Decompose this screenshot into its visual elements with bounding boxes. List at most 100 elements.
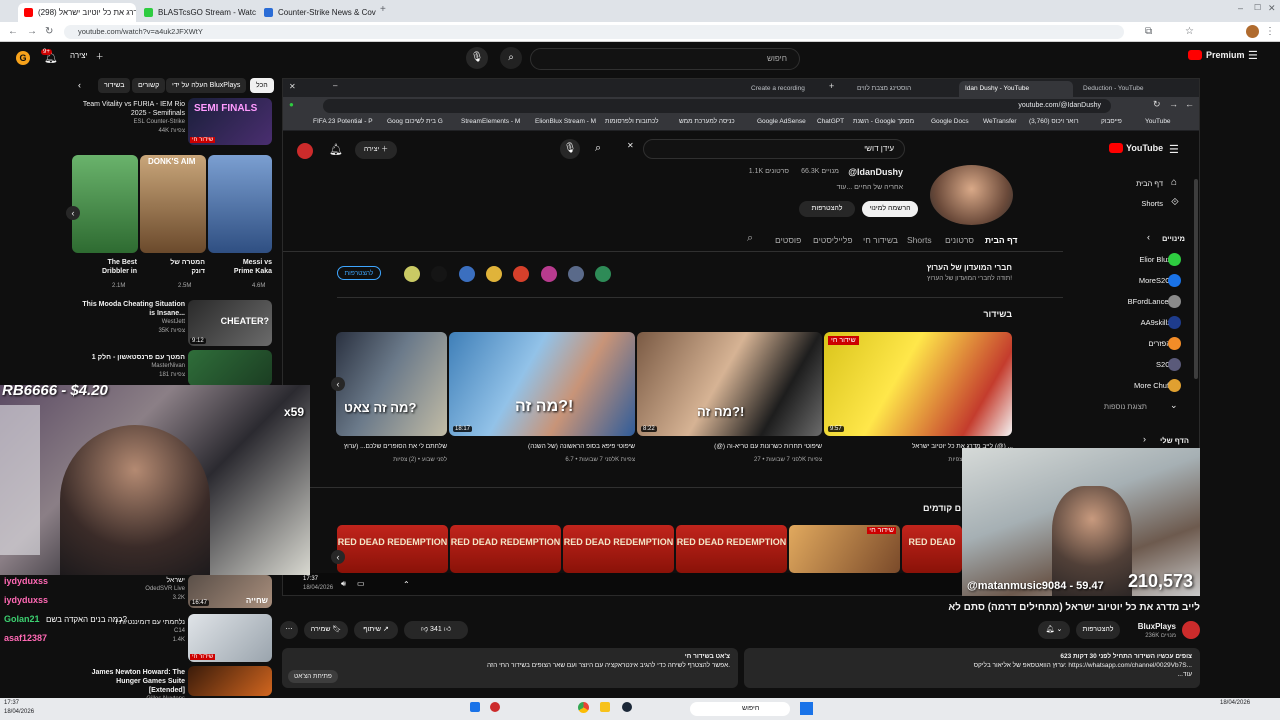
video-title[interactable]: שלחתם לי את הסופרים שלכם... (ערוץ [336, 443, 447, 450]
bookmark-item[interactable]: (3,760) רואר ויכוס [1029, 118, 1079, 125]
inner-url-input[interactable]: youtube.com/@IdanDushy [323, 99, 1111, 113]
video-thumbnail[interactable]: CHEATER? 9:12 [188, 300, 272, 346]
bookmark-item[interactable]: לכתובות ולפרסומות [605, 118, 659, 125]
minimize-button[interactable]: – [1238, 3, 1243, 13]
bookmark-item[interactable]: בית לשיכום G [405, 118, 443, 125]
inner-tab-deduction[interactable]: Deduction - YouTube [1077, 81, 1181, 97]
save-button[interactable]: שמירה 🔖︎ [304, 621, 348, 639]
video-thumbnail[interactable]: SEMI FINALS שידור חי [188, 98, 272, 145]
chip-uploaded-by[interactable]: העלה על ידי BluxPlays [166, 78, 247, 93]
sidebar-sub[interactable]: BFordLancer [1128, 297, 1171, 306]
bookmark-item[interactable]: השנת - Google מסמך [853, 118, 914, 125]
inner-youtube-logo[interactable]: YouTube [1109, 143, 1163, 153]
bookmark-item[interactable]: YouTube [1145, 118, 1171, 125]
short-title[interactable]: The Best Dribbler in [82, 258, 137, 276]
share-button[interactable]: שיתוף ↗ [354, 621, 398, 639]
extensions-icon[interactable]: ⧉ [1145, 26, 1152, 37]
stream-thumbnail[interactable]: RED DEAD REDEMPTION [563, 525, 674, 573]
cast-icon[interactable]: ▭ [357, 579, 365, 588]
video-thumbnail[interactable]: מה זה צאט? [336, 332, 447, 436]
bookmark-item[interactable]: ElionBlux Stream - M [535, 118, 596, 125]
tab-shorts[interactable]: Shorts [907, 235, 932, 245]
shorts-scroll-left-icon[interactable]: ‹ [66, 206, 80, 220]
video-thumbnail[interactable]: 16:47 שחייה [188, 575, 272, 608]
scrollbar[interactable] [1194, 179, 1198, 379]
tab-posts[interactable]: פוסטים [775, 235, 801, 245]
stream-thumbnail[interactable]: RED DEAD REDEMPTION [450, 525, 561, 573]
menu-kebab-icon[interactable]: ⋮ [1265, 26, 1275, 37]
sidebar-show-more[interactable]: תצוגת נוספות [1104, 402, 1147, 411]
list-item[interactable]: המטך עם פרנסטאשון - חלק 1 MasterNivan 18… [82, 353, 185, 380]
bookmark-item[interactable]: Goog [387, 118, 403, 125]
inner-tab-idan-dushy[interactable]: Idan Dushy - YouTube [959, 81, 1073, 97]
stream-thumbnail[interactable]: RED DEAD REDEMPTION [337, 525, 448, 573]
taskbar-search[interactable]: חיפוש [690, 702, 790, 716]
stream-thumbnail[interactable]: RED DEAD REDEMPTION [676, 525, 787, 573]
chips-scroll-left-icon[interactable]: ‹ [78, 80, 81, 90]
chrome-icon[interactable] [578, 702, 589, 713]
bookmark-item[interactable]: כניסה למערכת ממש [679, 118, 735, 125]
volume-icon[interactable]: 🔊︎ [341, 579, 346, 589]
sidebar-sub[interactable]: AA9skillz [1141, 318, 1171, 327]
members-join-button[interactable]: להצטרפות [337, 266, 381, 280]
short-thumbnail[interactable] [208, 155, 272, 253]
inner-close-icon[interactable]: ✕ [289, 82, 296, 91]
join-button[interactable]: הרשמה למינוי [862, 201, 918, 217]
tab-videos[interactable]: סרטונים [945, 235, 974, 245]
youtube-premium-logo[interactable]: Premium [1188, 50, 1245, 60]
video-thumbnail[interactable]: מה זה?! 8:22 [637, 332, 822, 436]
inner-forward-icon[interactable]: → [1169, 99, 1178, 109]
sidebar-sub[interactable]: More Chuff [1134, 381, 1171, 390]
chevron-up-icon[interactable]: ⌃ [403, 580, 410, 589]
channel-name[interactable]: BluxPlays [1138, 622, 1176, 631]
search-input[interactable]: חיפוש [530, 48, 800, 70]
short-thumbnail[interactable] [72, 155, 138, 253]
more-actions-icon[interactable]: ⋯ [280, 621, 298, 639]
list-item[interactable]: ישראל OdedSVR Live 3.2K [110, 576, 185, 603]
stream-thumbnail[interactable]: RED DEAD [902, 525, 962, 573]
bookmark-item[interactable]: Google Docs [931, 118, 969, 125]
profile-avatar[interactable] [1246, 25, 1259, 38]
inner-search-input[interactable]: עידן דושי [643, 139, 905, 159]
video-thumbnail[interactable]: מה זה?! 18:17 [449, 332, 635, 436]
inner-search-icon[interactable]: ⌕ [595, 142, 601, 155]
bookmark-star-icon[interactable]: ☆ [1185, 26, 1194, 37]
voice-search-icon[interactable]: 🎙︎ [466, 47, 488, 69]
video-title[interactable]: שיפוטי פיפא בסופ הראשונה (של השנה) [449, 443, 635, 450]
short-thumbnail[interactable]: DONK'S AIM [140, 155, 206, 253]
channel-avatar[interactable] [1182, 621, 1200, 639]
carousel-left-icon[interactable]: ‹ [331, 550, 345, 564]
hamburger-menu-icon[interactable]: ☰ [1248, 49, 1258, 62]
inner-tab-hosting[interactable]: הוסטינג מצבת לווים [851, 81, 955, 97]
steam-icon[interactable] [622, 702, 632, 712]
bookmark-item[interactable]: ChatGPT [817, 118, 844, 125]
inner-reload-icon[interactable]: ↻ [1153, 99, 1161, 110]
short-title[interactable]: המטרה של דונק [160, 258, 205, 276]
list-item[interactable]: This Mooda Cheating Situation is Insane.… [82, 300, 185, 336]
inner-channel-avatar[interactable] [297, 143, 313, 159]
bookmark-item[interactable]: פייסבוק [1101, 118, 1122, 125]
stream-thumbnail[interactable]: שידור חי [789, 525, 900, 573]
reload-icon[interactable]: ↻ [45, 26, 53, 37]
chip-all[interactable]: הכל [250, 78, 274, 93]
bookmark-item[interactable]: WeTransfer [983, 118, 1017, 125]
inner-clear-search-icon[interactable]: ✕ [627, 141, 634, 150]
chip-related[interactable]: קשורים [132, 78, 166, 93]
notify-bell-button[interactable]: 🔔︎ ⌄ [1038, 621, 1070, 639]
subscribe-button[interactable]: להצטרפות [1076, 621, 1120, 639]
video-thumbnail[interactable]: שידור חי 9:57 [824, 332, 1012, 436]
inner-minimize-icon[interactable]: – [333, 81, 337, 90]
url-input[interactable]: youtube.com/watch?v=a4uk2JFXWtY [64, 25, 1124, 39]
inner-voice-search-icon[interactable]: 🎙︎ [560, 139, 580, 159]
video-thumbnail[interactable] [188, 350, 272, 386]
new-tab-button[interactable]: + [380, 4, 386, 15]
channel-about[interactable]: אחריה של החיים ...עוד [837, 184, 903, 191]
create-button[interactable]: יצירה ＋ [70, 51, 104, 62]
file-explorer-icon[interactable] [600, 702, 610, 712]
close-window-button[interactable]: ✕ [1268, 3, 1276, 14]
browser-tab-counterstrike[interactable]: Counter-Strike News & Coverage [258, 3, 376, 22]
carousel-left-icon[interactable]: ‹ [331, 377, 345, 391]
bookmark-item[interactable]: Google AdSense [757, 118, 806, 125]
video-thumbnail[interactable] [188, 666, 272, 696]
bookmark-item[interactable]: StreamElements - M [461, 118, 520, 125]
